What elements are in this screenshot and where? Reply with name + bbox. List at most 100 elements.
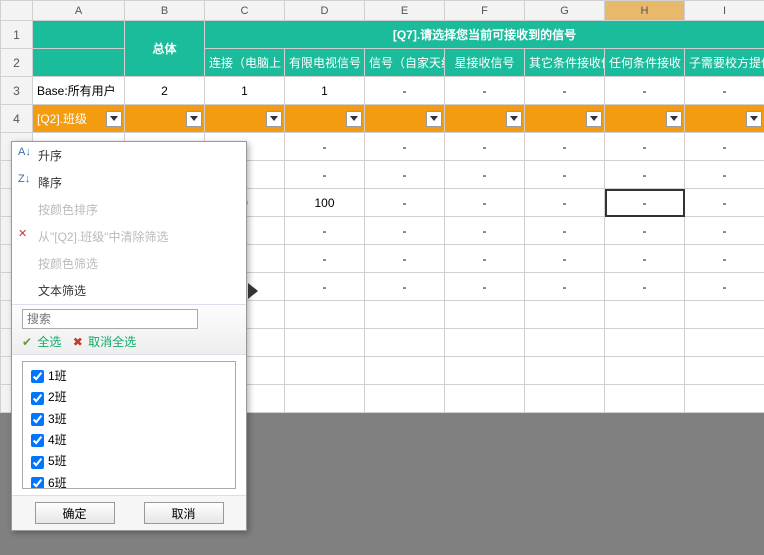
filter-dropdown-I4[interactable] [746, 111, 762, 127]
cell-E5[interactable]: - [365, 133, 445, 161]
cell-D10[interactable]: - [285, 273, 365, 301]
cell-C2[interactable]: 连接（电脑上 [205, 49, 285, 77]
col-head-B[interactable]: B [125, 1, 205, 21]
cell-F2[interactable]: 星接收信号 [445, 49, 525, 77]
filter-dropdown-C4[interactable] [266, 111, 282, 127]
cell-I3[interactable]: - [685, 77, 764, 105]
cell-F5[interactable]: - [445, 133, 525, 161]
cell-D3[interactable]: 1 [285, 77, 365, 105]
filter-dropdown-D4[interactable] [346, 111, 362, 127]
cell-D8[interactable]: - [285, 217, 365, 245]
filter-checkbox[interactable] [31, 434, 44, 447]
filter-dropdown-B4[interactable] [186, 111, 202, 127]
cell-F10[interactable]: - [445, 273, 525, 301]
col-head-E[interactable]: E [365, 1, 445, 21]
cell-E2[interactable]: 信号（自家天线 [365, 49, 445, 77]
cell-H4[interactable] [605, 105, 685, 133]
corner-cell[interactable] [1, 1, 33, 21]
cell-F4[interactable] [445, 105, 525, 133]
col-head-H[interactable]: H [605, 1, 685, 21]
cell-A4[interactable]: [Q2].班级 [33, 105, 125, 133]
cell-q7-title[interactable]: [Q7].请选择您当前可接收到的信号 [205, 21, 764, 49]
cell-I10[interactable]: - [685, 273, 764, 301]
cell-I4[interactable] [685, 105, 764, 133]
filter-value-list[interactable]: 1班 2班 3班 4班 5班 6班 [22, 361, 236, 489]
cell-C3[interactable]: 1 [205, 77, 285, 105]
cell-G8[interactable]: - [525, 217, 605, 245]
filter-item[interactable]: 4班 [27, 430, 231, 451]
cell-H10[interactable]: - [605, 273, 685, 301]
cell-D6[interactable]: - [285, 161, 365, 189]
filter-checkbox[interactable] [31, 477, 44, 489]
filter-item[interactable]: 6班 [27, 473, 231, 489]
filter-item[interactable]: 1班 [27, 366, 231, 387]
filter-dropdown-H4[interactable] [666, 111, 682, 127]
cell-D4[interactable] [285, 105, 365, 133]
cell-H9[interactable]: - [605, 245, 685, 273]
cell-H5[interactable]: - [605, 133, 685, 161]
row-head-4[interactable]: 4 [1, 105, 33, 133]
cell-G2[interactable]: 其它条件接收信 [525, 49, 605, 77]
cell-F3[interactable]: - [445, 77, 525, 105]
filter-item[interactable]: 3班 [27, 409, 231, 430]
cell-G10[interactable]: - [525, 273, 605, 301]
cell-G4[interactable] [525, 105, 605, 133]
active-cell-H7[interactable]: - [605, 189, 685, 217]
cell-I2[interactable]: 子需要校方提供 [685, 49, 764, 77]
sort-desc[interactable]: Z↓ 降序 [12, 169, 246, 196]
col-head-I[interactable]: I [685, 1, 764, 21]
row-head-3[interactable]: 3 [1, 77, 33, 105]
cell-B3[interactable]: 2 [125, 77, 205, 105]
cell-B1-merged[interactable]: 总体 [125, 21, 205, 77]
cell-G3[interactable]: - [525, 77, 605, 105]
cell-G9[interactable]: - [525, 245, 605, 273]
filter-checkbox[interactable] [31, 413, 44, 426]
filter-item[interactable]: 2班 [27, 387, 231, 408]
cell-A1[interactable] [33, 21, 125, 49]
cell-E6[interactable]: - [365, 161, 445, 189]
cell-F8[interactable]: - [445, 217, 525, 245]
ok-button[interactable]: 确定 [35, 502, 115, 524]
sort-asc[interactable]: A↓ 升序 [12, 142, 246, 169]
filter-dropdown-E4[interactable] [426, 111, 442, 127]
select-all-link[interactable]: 全选 [37, 335, 61, 349]
cell-I6[interactable]: - [685, 161, 764, 189]
cell-E8[interactable]: - [365, 217, 445, 245]
cell-C4[interactable] [205, 105, 285, 133]
cell-E9[interactable]: - [365, 245, 445, 273]
cell-I8[interactable]: - [685, 217, 764, 245]
cell-B4[interactable] [125, 105, 205, 133]
cell-H3[interactable]: - [605, 77, 685, 105]
cell-I9[interactable]: - [685, 245, 764, 273]
cell-H8[interactable]: - [605, 217, 685, 245]
cell-G6[interactable]: - [525, 161, 605, 189]
cell-D2[interactable]: 有限电视信号 [285, 49, 365, 77]
cell-A3[interactable]: Base:所有用户 [33, 77, 125, 105]
filter-item[interactable]: 5班 [27, 451, 231, 472]
deselect-all-link[interactable]: 取消全选 [88, 335, 136, 349]
cell-E4[interactable] [365, 105, 445, 133]
filter-dropdown-F4[interactable] [506, 111, 522, 127]
cell-D7[interactable]: 100 [285, 189, 365, 217]
cell-F6[interactable]: - [445, 161, 525, 189]
cell-I7[interactable]: - [685, 189, 764, 217]
filter-search-input[interactable] [22, 309, 198, 329]
row-head-1[interactable]: 1 [1, 21, 33, 49]
col-head-A[interactable]: A [33, 1, 125, 21]
filter-checkbox[interactable] [31, 370, 44, 383]
cell-F7[interactable]: - [445, 189, 525, 217]
text-filter[interactable]: 文本筛选 [12, 277, 246, 304]
cell-G7[interactable]: - [525, 189, 605, 217]
cell-E7[interactable]: - [365, 189, 445, 217]
cell-A2[interactable] [33, 49, 125, 77]
col-head-G[interactable]: G [525, 1, 605, 21]
filter-dropdown-A4[interactable] [106, 111, 122, 127]
cell-H2[interactable]: 任何条件接收 [605, 49, 685, 77]
cell-I5[interactable]: - [685, 133, 764, 161]
cancel-button[interactable]: 取消 [144, 502, 224, 524]
cell-G5[interactable]: - [525, 133, 605, 161]
cell-H6[interactable]: - [605, 161, 685, 189]
cell-E3[interactable]: - [365, 77, 445, 105]
row-head-2[interactable]: 2 [1, 49, 33, 77]
cell-F9[interactable]: - [445, 245, 525, 273]
